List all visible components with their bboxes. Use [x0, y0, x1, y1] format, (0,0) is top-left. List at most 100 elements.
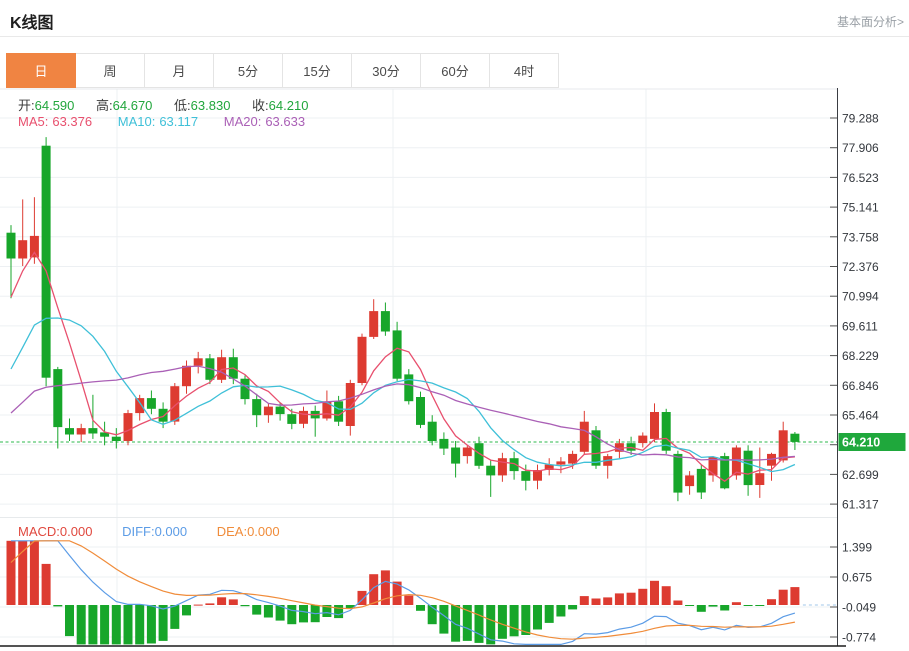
y-axis-label: 75.141 [842, 201, 879, 215]
candle-body [475, 443, 484, 466]
candle-body [264, 407, 273, 416]
candle-body [276, 407, 285, 415]
macd-bar [65, 605, 74, 636]
candle-body [170, 386, 179, 421]
candle-body [65, 428, 74, 434]
macd-bar [299, 605, 308, 622]
macd-bar [381, 570, 390, 605]
candle-body [521, 471, 530, 481]
macd-bar [521, 605, 530, 635]
candle-body [556, 461, 565, 464]
dea-value: 0.000 [247, 524, 280, 539]
candle-body [451, 448, 460, 464]
candle-body [334, 401, 343, 421]
ma20-label: MA20: [224, 114, 262, 129]
candle-body [404, 374, 413, 401]
candle-body [358, 337, 367, 383]
candle-body [545, 465, 554, 470]
macd-bar [697, 605, 706, 612]
candle-body [381, 311, 390, 331]
y-axis-label: 72.376 [842, 260, 879, 274]
candle-body [790, 434, 799, 442]
candle-body [100, 432, 109, 436]
macd-bar [252, 605, 261, 615]
dea-label: DEA: [217, 524, 247, 539]
candle-body [416, 397, 425, 425]
candle-body [650, 412, 659, 439]
y-axis-label: 70.994 [842, 290, 879, 304]
candle-body [486, 466, 495, 476]
macd-bar [159, 605, 168, 641]
ma5-line [11, 252, 795, 481]
macd-label: MACD: [18, 524, 60, 539]
candle-body [627, 443, 636, 451]
macd-bar [451, 605, 460, 642]
open-label: 开: [18, 98, 35, 113]
candle-body [498, 458, 507, 475]
macd-bar [545, 605, 554, 623]
candle-body [53, 369, 62, 427]
ma10-line [11, 318, 795, 472]
macd-bar [334, 605, 343, 618]
candle-body [135, 398, 144, 413]
macd-bar [30, 541, 39, 605]
candle-body [77, 428, 86, 434]
open-value: 64.590 [35, 98, 75, 113]
candle-body [112, 437, 121, 441]
candle-body [311, 411, 320, 419]
candle-body [463, 448, 472, 457]
macd-bar [533, 605, 542, 630]
macd-bar [662, 586, 671, 605]
candle-body [685, 475, 694, 486]
macd-bar [358, 591, 367, 605]
candle-body [568, 454, 577, 464]
macd-bar [18, 541, 27, 605]
y-axis-label: 61.317 [842, 498, 879, 512]
macd-bar [580, 596, 589, 605]
macd-axis-labels: 1.3990.675-0.049-0.774 [830, 541, 876, 645]
macd-bar [276, 605, 285, 621]
macd-bar [404, 596, 413, 605]
macd-bar [439, 605, 448, 634]
diff-label: DIFF: [122, 524, 155, 539]
candle-body [673, 454, 682, 493]
candle-body [322, 401, 331, 418]
candle-body [428, 422, 437, 441]
ma20-value: 63.633 [265, 114, 305, 129]
macd-bar [124, 605, 133, 644]
y-axis-label: 69.611 [842, 319, 878, 333]
candle-body [697, 469, 706, 493]
macd-bar [428, 605, 437, 624]
macd-bar [486, 605, 495, 644]
kline-chart[interactable]: 79.28877.90676.52375.14173.75872.37670.9… [0, 0, 909, 651]
dea-line [11, 541, 795, 639]
candle-body [299, 411, 308, 424]
macd-bar [416, 605, 425, 611]
candle-body [393, 330, 402, 378]
ma-legend: MA5:63.376 MA10:63.117 MA20:63.633 [18, 114, 327, 129]
close-value: 64.210 [269, 98, 309, 113]
macd-bar [627, 593, 636, 605]
macd-bar [510, 605, 519, 636]
macd-bar [112, 605, 121, 644]
macd-bar [100, 605, 109, 644]
macd-bar [170, 605, 179, 629]
y-axis-label: 68.229 [842, 349, 879, 363]
candle-body [182, 366, 191, 386]
ma5-label: MA5: [18, 114, 48, 129]
candle-body [709, 457, 718, 475]
candle-body [767, 454, 776, 466]
candle-body [744, 451, 753, 485]
candle-body [662, 412, 671, 451]
tab-day[interactable]: 日 [6, 53, 76, 88]
macd-bar [755, 605, 764, 606]
macd-legend: MACD:0.000 DIFF:0.000 DEA:0.000 [18, 524, 306, 539]
candle-body [603, 456, 612, 466]
y-axis-label: 66.846 [842, 379, 879, 393]
macd-bar [311, 605, 320, 622]
macd-bar [346, 605, 355, 609]
macd-axis-label: -0.774 [842, 631, 876, 645]
candle-body [194, 358, 203, 366]
macd-bar [53, 605, 62, 606]
macd-bar [229, 599, 238, 605]
